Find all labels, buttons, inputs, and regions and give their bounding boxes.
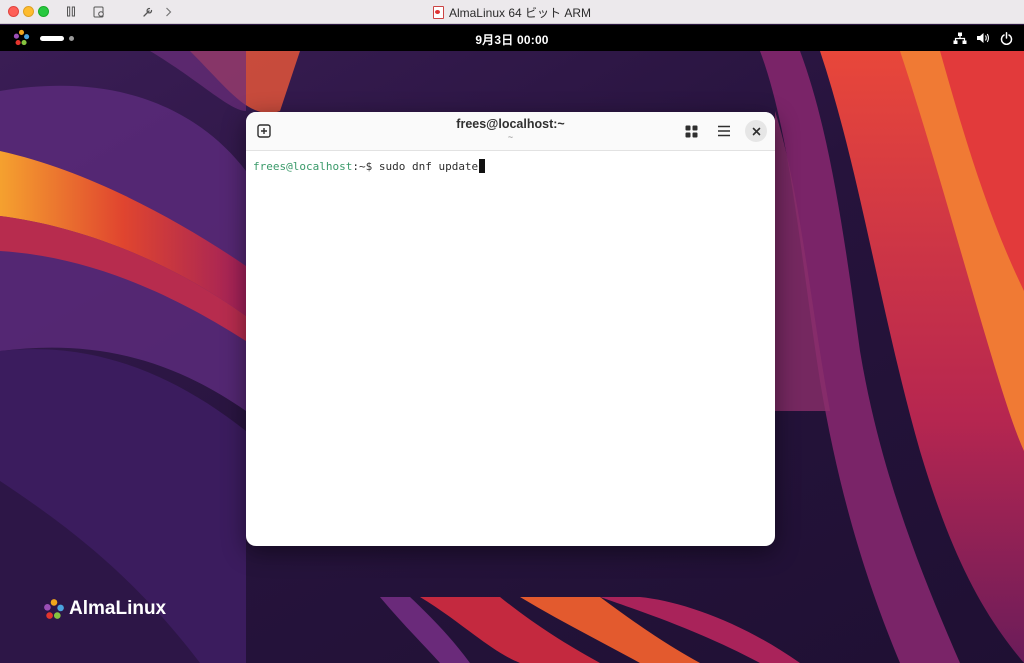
terminal-headerbar[interactable]: frees@localhost:~ ~ bbox=[246, 112, 775, 151]
almalinux-brand-logo-icon bbox=[44, 599, 64, 619]
host-window-title-text: AlmaLinux 64 ビット ARM bbox=[448, 6, 592, 20]
network-icon[interactable] bbox=[952, 30, 968, 46]
host-window-titlebar: AlmaLinux 64 ビット ARM bbox=[0, 0, 1024, 24]
prompt-path: :~$ bbox=[352, 160, 379, 173]
terminal-close-button[interactable] bbox=[745, 120, 767, 142]
system-tray[interactable] bbox=[952, 30, 1014, 46]
close-icon bbox=[752, 127, 760, 135]
clock[interactable]: 9月3日 00:00 bbox=[0, 31, 1024, 48]
tab-overview-button[interactable] bbox=[680, 120, 702, 142]
gnome-top-bar: 9月3日 00:00 bbox=[0, 25, 1024, 51]
main-menu-button[interactable] bbox=[713, 120, 735, 142]
vm-document-icon bbox=[432, 6, 444, 19]
brand-text: AlmaLinux bbox=[69, 598, 167, 619]
volume-icon[interactable] bbox=[975, 30, 991, 46]
terminal-cursor bbox=[479, 159, 486, 173]
grid-icon bbox=[685, 125, 697, 137]
hamburger-menu-icon bbox=[718, 125, 730, 137]
power-icon[interactable] bbox=[998, 30, 1014, 46]
terminal-output[interactable]: frees@localhost:~$ sudo dnf update bbox=[246, 151, 775, 181]
almalinux-brand: AlmaLinux bbox=[43, 598, 166, 620]
command-text: sudo dnf update bbox=[378, 160, 479, 173]
host-window-title: AlmaLinux 64 ビット ARM bbox=[0, 4, 1024, 21]
terminal-window[interactable]: frees@localhost:~ ~ frees@localhost:~$ s… bbox=[246, 112, 775, 546]
prompt-user: frees@localhost bbox=[253, 160, 353, 173]
